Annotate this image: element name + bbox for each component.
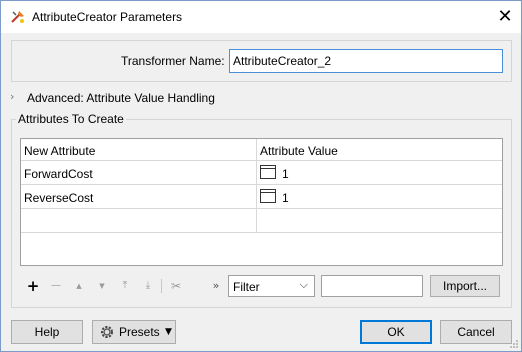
table-row-empty[interactable] (21, 209, 502, 233)
presets-label: Presets (119, 325, 160, 339)
transformer-name-input[interactable]: AttributeCreator_2 (229, 49, 503, 73)
attribute-name-cell[interactable]: ReverseCost (24, 191, 93, 205)
presets-button[interactable]: Presets ▼ (92, 320, 176, 344)
table-toolbar: + — ▲ ▼ ⤒ ⤓ ✂ » Filter ⌵ Import... (20, 275, 503, 299)
ok-button[interactable]: OK (360, 320, 432, 344)
value-editor-icon[interactable] (260, 165, 276, 179)
attribute-name-cell[interactable]: ForwardCost (24, 167, 93, 181)
dialog-window: AttributeCreator Parameters ✕ Transforme… (0, 0, 522, 352)
add-row-icon[interactable]: + (23, 275, 43, 297)
chevron-down-icon: ▼ (165, 327, 172, 337)
move-to-top-icon[interactable]: ⤒ (115, 275, 135, 297)
help-button[interactable]: Help (11, 320, 83, 344)
close-button[interactable]: ✕ (489, 1, 521, 33)
cut-icon[interactable]: ✂ (166, 275, 186, 297)
filter-dropdown[interactable]: Filter ⌵ (228, 275, 315, 297)
toolbar-separator (161, 279, 162, 293)
resize-grip-icon[interactable] (509, 339, 519, 349)
value-editor-icon[interactable] (260, 189, 276, 203)
more-actions-icon[interactable]: » (206, 275, 226, 297)
gear-icon (101, 326, 113, 338)
close-icon: ✕ (497, 6, 513, 27)
advanced-section-label: Advanced: Attribute Value Handling (27, 91, 215, 105)
column-header-new-attribute[interactable]: New Attribute (24, 144, 95, 158)
attributes-group-label: Attributes To Create (16, 112, 126, 126)
move-up-icon[interactable]: ▲ (69, 275, 89, 297)
attributes-table: New Attribute Attribute Value ForwardCos… (20, 138, 503, 266)
cancel-button[interactable]: Cancel (440, 320, 512, 344)
remove-row-icon[interactable]: — (46, 275, 66, 297)
table-row[interactable]: ForwardCost 1 (21, 161, 502, 185)
attribute-value-text: 1 (282, 191, 289, 205)
fme-transformer-icon (11, 11, 24, 23)
move-down-icon[interactable]: ▼ (92, 275, 112, 297)
import-button[interactable]: Import... (430, 275, 500, 297)
attribute-value-text: 1 (282, 167, 289, 181)
move-to-bottom-icon[interactable]: ⤓ (138, 275, 158, 297)
title-bar: AttributeCreator Parameters ✕ (1, 1, 521, 33)
table-header: New Attribute Attribute Value (21, 139, 502, 161)
table-row[interactable]: ReverseCost 1 (21, 185, 502, 209)
filter-dropdown-value: Filter (233, 280, 260, 294)
column-header-attribute-value[interactable]: Attribute Value (260, 144, 338, 158)
chevron-right-icon: › (10, 90, 15, 103)
chevron-down-icon: ⌵ (299, 278, 308, 291)
window-title: AttributeCreator Parameters (32, 10, 183, 24)
filter-text-input[interactable] (321, 275, 423, 297)
transformer-name-label: Transformer Name: (121, 54, 225, 68)
